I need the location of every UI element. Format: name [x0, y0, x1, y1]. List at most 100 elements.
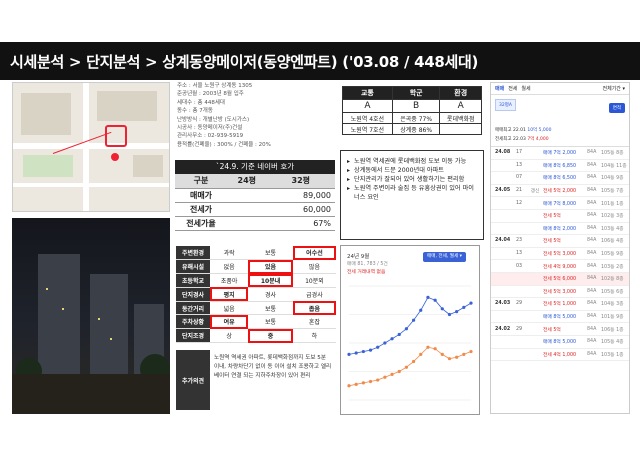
- transaction-price: 전세 4억 9,000: [543, 264, 577, 270]
- transaction-row[interactable]: 13 전세 5억 3,000 84A 105동 9층: [491, 248, 629, 261]
- area-button[interactable]: 면적: [608, 103, 625, 113]
- transaction-row[interactable]: 매매 8억 2,000 84A 103동 4층: [491, 223, 629, 236]
- transaction-floor: 105동 6층: [601, 289, 624, 295]
- info-line: 시공사 : 동양메이저(주)건설: [177, 125, 243, 132]
- transaction-row[interactable]: 전세 5억 6,000 84A 102동 8층: [491, 272, 629, 286]
- map-block: [133, 155, 163, 177]
- transaction-row[interactable]: 24.03 29 전세 5억 1,000 84A 104동 3층: [491, 298, 629, 311]
- attribute-option: 좁음: [292, 301, 336, 316]
- transaction-date: 24.05: [495, 188, 511, 194]
- transaction-row[interactable]: 24.02 29 전세 5억 84A 106동 1층: [491, 323, 629, 336]
- transaction-row[interactable]: 매매 8억 5,000 84A 101동 9층: [491, 311, 629, 324]
- grade-sub: 롯데백화점: [439, 112, 482, 124]
- comment-box: 추가의견 노원역 역세권 아파트, 롯데백화점까지 도보 5분 이내, 차량차단…: [176, 350, 336, 410]
- map-block: [21, 93, 71, 135]
- grade-value: A: [342, 99, 393, 113]
- price-32: 89,000: [266, 188, 335, 203]
- transaction-row[interactable]: 24.08 17 매매 7억 2,000 84A 105동 8층: [491, 147, 629, 160]
- transaction-row[interactable]: 12 매매 7억 8,000 84A 101동 1층: [491, 197, 629, 210]
- grade-sub: 상계중 86%: [391, 123, 441, 135]
- transaction-floor: 104동 11층: [601, 163, 627, 169]
- transaction-row[interactable]: 07 매매 8억 6,500 84A 104동 9층: [491, 172, 629, 185]
- transaction-area: 84A: [587, 301, 597, 307]
- attribute-option: 상: [210, 328, 249, 344]
- attribute-option: 보통: [248, 246, 293, 261]
- attribute-row: 주변환경 과락 보통 어수선: [176, 246, 336, 261]
- map-road: [83, 83, 89, 211]
- price-row-label: 전세가율: [175, 216, 227, 231]
- transaction-area: 84A: [587, 326, 597, 332]
- info-line: 주소 : 서울 노원구 상계동 1305: [177, 83, 253, 89]
- photo-window: [46, 288, 48, 290]
- transaction-row[interactable]: 24.05 21 갱신 전세 5억 2,000 84A 105동 7층: [491, 185, 629, 198]
- price-32: 60,000: [266, 202, 335, 217]
- sale-max-date: 22.01: [513, 128, 526, 133]
- info-line: 세대수 : 총 448세대: [177, 99, 225, 106]
- transaction-price: 전세 5억 2,000: [543, 189, 577, 195]
- tab-monthly[interactable]: 월세: [521, 85, 530, 92]
- transaction-row[interactable]: 전세 5억 84A 102동 3층: [491, 210, 629, 223]
- transaction-price: 전세 5억: [543, 214, 561, 220]
- area-badge[interactable]: 32평A: [495, 99, 516, 111]
- tab-sale[interactable]: 매매: [495, 85, 504, 92]
- map-block: [97, 91, 157, 121]
- transaction-day: 17: [515, 150, 523, 156]
- transaction-area: 84A: [587, 225, 597, 231]
- chart-subtitle: 매매 81, 783 / 5건: [347, 262, 388, 267]
- transaction-floor: 106동 1층: [601, 327, 624, 333]
- price-col-header: 32평: [266, 174, 335, 189]
- attribute-key: 단지조경: [176, 328, 210, 344]
- attribute-row: 단지조경 상 중 하: [176, 328, 336, 344]
- transaction-price: 매매 8억 6,500: [543, 176, 577, 182]
- transaction-date: 24.03: [495, 301, 511, 307]
- transaction-row[interactable]: 전세 4억 1,000 84A 103동 1층: [491, 349, 629, 362]
- grade-value: A: [439, 99, 482, 113]
- period-select[interactable]: 전체기간 ▾: [603, 85, 630, 92]
- price-32: 67%: [266, 216, 335, 231]
- transaction-day: 29: [515, 301, 523, 307]
- page-title-text: 시세분석 > 단지분석 > 상계동양메이저(동양엔파트) ('03.08 / 4…: [10, 52, 479, 71]
- transaction-area: 84A: [587, 288, 597, 294]
- transaction-price: 전세 5억 1,000: [543, 302, 577, 308]
- jeonse-max: 전세최고 22.03 7억 4,000: [495, 136, 549, 142]
- price-row-label: 매매가: [175, 188, 227, 203]
- transaction-row[interactable]: 24.04 23 전세 5억 84A 106동 4층: [491, 235, 629, 248]
- transaction-floor: 105동 4층: [601, 340, 624, 346]
- transaction-floor: 102동 8층: [601, 277, 624, 283]
- photo-building: [38, 254, 80, 374]
- transaction-floor: 104동 3층: [601, 302, 624, 308]
- deal-tabs: 매매 전세 월세 전체기간 ▾: [491, 83, 629, 95]
- transaction-price: 전세 5억: [543, 239, 561, 245]
- transaction-price: 전세 5억: [543, 327, 561, 333]
- attribute-table: 주변환경 과락 보통 어수선 유해시설 없음 있음 많음 초등학교 초품아 10분내 10분외 단지경사…: [176, 246, 336, 344]
- location-map[interactable]: [12, 82, 170, 212]
- transaction-row[interactable]: 전세 5억 3,000 84A 105동 6층: [491, 286, 629, 299]
- attribute-option: 과락: [210, 246, 249, 261]
- transaction-row[interactable]: 매매 8억 5,000 84A 105동 4층: [491, 336, 629, 349]
- grade-header: 환경: [439, 86, 482, 100]
- info-line: 준공년월 : 2003년 8월 입주: [177, 91, 244, 98]
- attribute-option: 혼잡: [292, 314, 336, 330]
- transaction-area: 84A: [587, 314, 597, 320]
- info-line: 용적률(건폐율) : 300% / 건폐율 : 20%: [177, 141, 271, 148]
- chart-series-line-jeonse: [348, 346, 472, 387]
- sale-max-label: 매매최고: [495, 128, 512, 133]
- chart-filter-button[interactable]: 매매, 전세, 월세 ▾: [423, 252, 466, 262]
- transaction-floor: 105동 9층: [601, 252, 624, 258]
- transaction-price: 매매 8억 2,000: [543, 226, 577, 232]
- tab-jeonse[interactable]: 전세: [508, 85, 517, 92]
- transaction-floor: 105동 8층: [601, 151, 624, 157]
- transaction-area: 84A: [587, 238, 597, 244]
- transaction-row[interactable]: 13 매매 8억 6,850 84A 104동 11층: [491, 160, 629, 173]
- map-road: [13, 143, 169, 149]
- map-road: [13, 183, 169, 187]
- transaction-row[interactable]: 03 전세 4억 9,000 84A 103동 2층: [491, 260, 629, 273]
- map-target-outline: [105, 125, 127, 147]
- attribute-option: 하: [292, 328, 336, 344]
- attribute-option: 어수선: [292, 246, 336, 261]
- grade-sub: 은곡중 77%: [391, 112, 441, 124]
- attribute-row: 유해시설 없음 있음 많음: [176, 259, 336, 275]
- attribute-option: 초품아: [210, 273, 249, 288]
- attribute-option: 없음: [210, 259, 249, 275]
- price-chart: [347, 285, 473, 401]
